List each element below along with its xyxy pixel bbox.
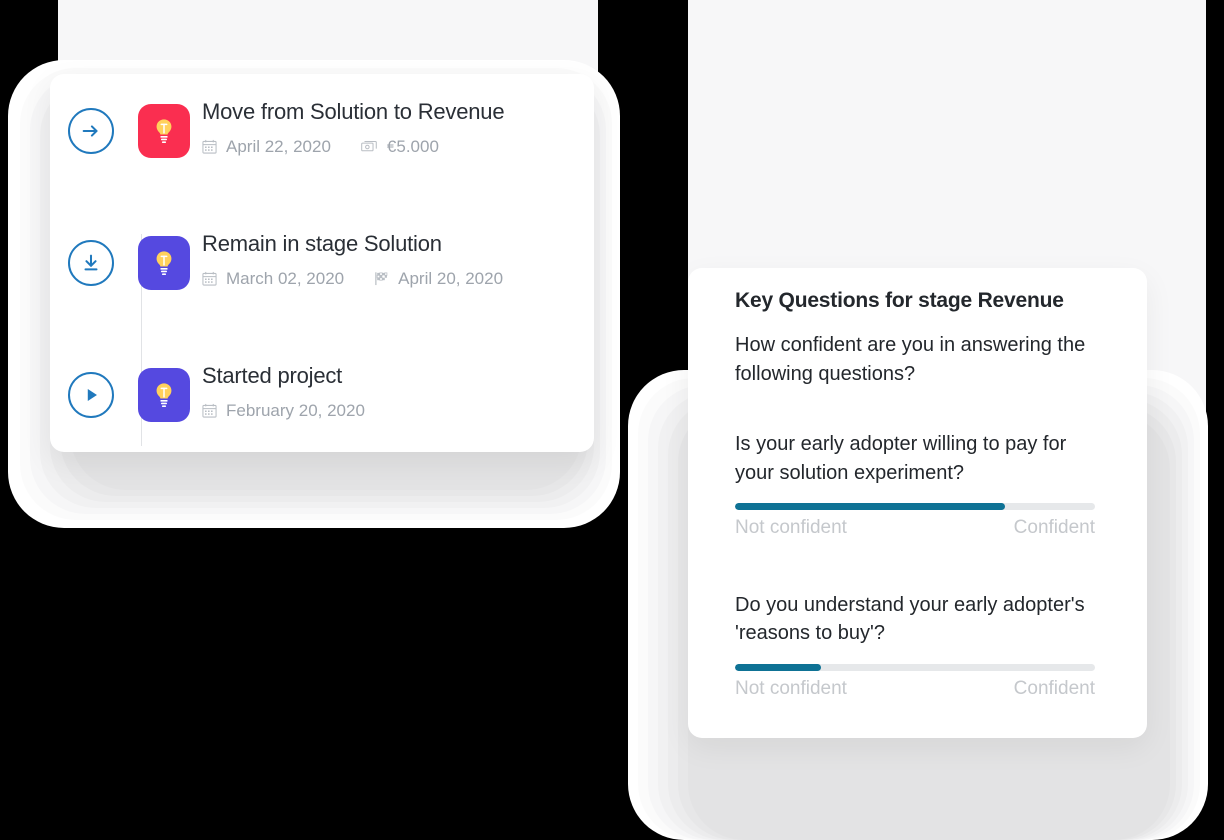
lightbulb-icon (156, 119, 172, 143)
timeline-meta-date-value: March 02, 2020 (226, 268, 345, 288)
timeline-meta-deadline: April 20, 2020 (374, 269, 503, 289)
confidence-slider[interactable] (735, 502, 1095, 510)
question-text: Is your early adopter willing to pay for… (735, 433, 1067, 484)
scale-low-label: Not confident (735, 677, 847, 699)
timeline-item-body: Started project February 20, 2020 (202, 362, 580, 421)
scale-high-label: Confident (1013, 516, 1095, 538)
confidence-slider[interactable] (735, 663, 1095, 671)
question-block: Do you understand your early adopter's '… (735, 591, 1115, 700)
timeline-item-title: Move from Solution to Revenue (202, 99, 505, 124)
key-questions-lead: How confident are you in answering the f… (735, 334, 1086, 385)
timeline-item-body: Remain in stage Solution March 02, 2020 … (202, 230, 580, 289)
key-questions-heading: Key Questions for stage Revenue (735, 289, 1064, 312)
timeline-item-title: Started project (202, 363, 343, 388)
arrow-right-circle-icon[interactable] (68, 108, 114, 154)
timeline-meta-date: February 20, 2020 (202, 401, 365, 421)
money-icon (361, 141, 377, 152)
project-timeline-card: Move from Solution to Revenue April 22, … (50, 74, 594, 452)
timeline-item[interactable]: Started project February 20, 2020 (50, 354, 594, 444)
timeline-meta-amount: €5.000 (361, 137, 439, 157)
stage-badge (138, 368, 190, 422)
timeline-meta-date: April 22, 2020 (202, 137, 331, 157)
calendar-icon (202, 404, 217, 418)
stage-badge (138, 236, 190, 290)
confidence-slider-fill (735, 663, 822, 671)
key-questions-card: Key Questions for stage Revenue How conf… (688, 268, 1147, 738)
confidence-scale-labels: Not confident Confident (735, 678, 1095, 700)
timeline-item-meta: February 20, 2020 (202, 401, 580, 421)
timeline-item-meta: March 02, 2020 April 20, 2020 (202, 269, 580, 289)
screenshot-root: Move from Solution to Revenue April 22, … (0, 0, 1224, 840)
timeline-meta-date: March 02, 2020 (202, 269, 344, 289)
lightbulb-icon (156, 383, 172, 407)
calendar-icon (202, 140, 217, 154)
timeline-item[interactable]: Remain in stage Solution March 02, 2020 … (50, 222, 594, 312)
key-questions-content: Key Questions for stage Revenue How conf… (688, 268, 1147, 700)
checkered-flag-icon (375, 272, 388, 286)
timeline-item-title: Remain in stage Solution (202, 231, 442, 256)
scale-high-label: Confident (1013, 677, 1095, 699)
timeline-meta-deadline-value: April 20, 2020 (398, 268, 504, 288)
lightbulb-icon (156, 251, 172, 275)
arrow-down-circle-icon[interactable] (68, 240, 114, 286)
timeline-meta-date-value: April 22, 2020 (226, 136, 331, 156)
confidence-scale-labels: Not confident Confident (735, 517, 1095, 539)
timeline-item[interactable]: Move from Solution to Revenue April 22, … (50, 90, 594, 180)
timeline-item-body: Move from Solution to Revenue April 22, … (202, 98, 580, 157)
timeline-meta-date-value: February 20, 2020 (226, 400, 365, 420)
calendar-icon (202, 272, 217, 286)
question-text: Do you understand your early adopter's '… (735, 593, 1085, 645)
confidence-slider-fill (735, 502, 1005, 510)
stage-badge (138, 104, 190, 158)
play-circle-icon[interactable] (68, 372, 114, 418)
question-block: Is your early adopter willing to pay for… (735, 430, 1115, 539)
timeline-meta-amount-value: €5.000 (386, 136, 439, 156)
scale-low-label: Not confident (735, 516, 847, 538)
timeline-item-meta: April 22, 2020 €5.000 (202, 137, 580, 157)
